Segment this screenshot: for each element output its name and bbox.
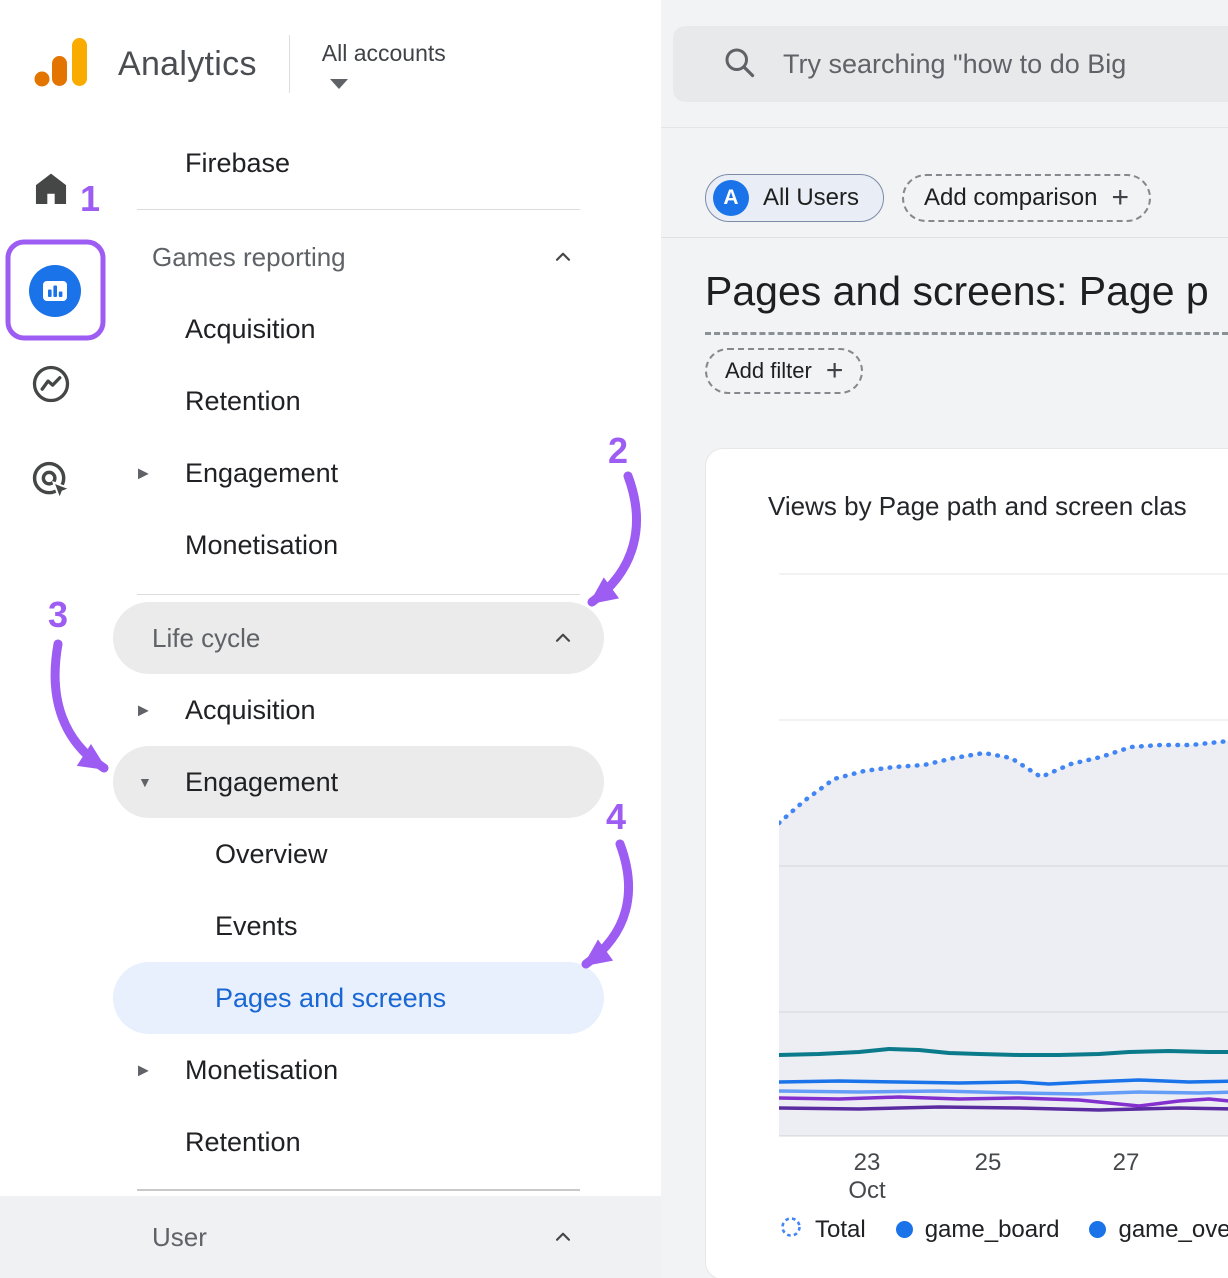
- chevron-up-icon: [550, 244, 576, 270]
- sidebar-item-label: Engagement: [185, 767, 338, 798]
- legend-item-game-over[interactable]: game_over: [1089, 1216, 1228, 1244]
- account-switcher-label: All accounts: [322, 40, 446, 67]
- views-chart: [779, 561, 1228, 1139]
- explore-icon[interactable]: [29, 362, 73, 411]
- sidebar-item-lc-monetisation[interactable]: ▶ Monetisation: [100, 1034, 661, 1106]
- chevron-up-icon: [550, 1224, 576, 1250]
- sidebar-item-label: Acquisition: [185, 695, 316, 726]
- home-icon[interactable]: [30, 168, 72, 215]
- line-series-5: [779, 1107, 1228, 1110]
- sidebar-item-overview[interactable]: Overview: [100, 818, 661, 890]
- analytics-logo-icon: [30, 34, 92, 95]
- dropdown-caret-icon: [330, 79, 348, 89]
- main-content: A All Users Add comparison + Pages and s…: [661, 0, 1228, 1278]
- app-title: Analytics: [118, 45, 257, 84]
- reports-icon[interactable]: [29, 265, 81, 322]
- sidebar-item-label: Overview: [215, 839, 328, 870]
- search-icon: [721, 44, 757, 85]
- sidebar-item-lc-acquisition[interactable]: ▶ Acquisition: [100, 674, 661, 746]
- sidebar-item-lc-engagement[interactable]: ▼ Engagement: [113, 746, 604, 818]
- advertising-icon[interactable]: [29, 458, 75, 509]
- line-series-3: [779, 1091, 1228, 1094]
- sidebar-section-user[interactable]: User: [100, 1196, 604, 1278]
- sidebar-item-firebase[interactable]: Firebase: [100, 128, 661, 198]
- sidebar-item-label: Firebase: [185, 148, 290, 179]
- page-title-block: Pages and screens: Page p: [705, 268, 1228, 335]
- all-users-label: All Users: [763, 184, 859, 212]
- sidebar-item-label: Retention: [185, 1127, 301, 1158]
- dashed-circle-icon: [779, 1215, 803, 1244]
- divider: [137, 209, 580, 210]
- total-area-fill: [779, 740, 1228, 1136]
- sidebar-item-events[interactable]: Events: [100, 890, 661, 962]
- dot-icon: [896, 1221, 913, 1238]
- sidebar-item-label: Acquisition: [185, 314, 316, 345]
- search-bar[interactable]: [673, 26, 1228, 102]
- all-users-chip[interactable]: A All Users: [705, 174, 884, 222]
- sidebar-item-gr-monetisation[interactable]: Monetisation: [100, 509, 661, 581]
- x-tick-25: 25: [975, 1149, 1002, 1177]
- sidebar-item-label: Engagement: [185, 458, 338, 489]
- section-header-label: Life cycle: [152, 623, 260, 654]
- triangle-down-icon: ▼: [138, 774, 152, 790]
- add-comparison-button[interactable]: Add comparison +: [902, 174, 1151, 222]
- sidebar-item-label: Pages and screens: [215, 983, 446, 1014]
- views-chart-card: Views by Page path and screen clas 23 Oc…: [705, 448, 1228, 1278]
- x-tick-23-oct: 23 Oct: [848, 1149, 885, 1205]
- x-tick-27: 27: [1113, 1149, 1140, 1177]
- search-input[interactable]: [783, 49, 1228, 80]
- search-header: [661, 0, 1228, 128]
- reports-sidebar: Firebase Games reporting Acquisition Ret…: [100, 128, 661, 1196]
- legend-label: game_board: [925, 1216, 1060, 1244]
- account-switcher[interactable]: All accounts: [322, 40, 446, 89]
- legend-item-game-board[interactable]: game_board: [896, 1216, 1060, 1244]
- section-header-label: Games reporting: [152, 242, 346, 273]
- divider: [661, 237, 1228, 238]
- plus-icon: +: [1111, 183, 1129, 213]
- divider: [137, 1189, 580, 1191]
- all-users-avatar: A: [713, 180, 749, 216]
- triangle-right-icon: ▶: [138, 1062, 149, 1079]
- dot-icon: [1089, 1221, 1106, 1238]
- chevron-up-icon: [550, 625, 576, 651]
- divider: [137, 594, 580, 595]
- sidebar-item-label: Events: [215, 911, 298, 942]
- page-title: Pages and screens: Page p: [705, 268, 1228, 315]
- sidebar-item-label: Retention: [185, 386, 301, 417]
- sidebar-bottom-section: User: [0, 1196, 661, 1278]
- sidebar-item-label: Monetisation: [185, 1055, 338, 1086]
- sidebar-item-gr-acquisition[interactable]: Acquisition: [100, 293, 661, 365]
- sidebar-section-games-reporting[interactable]: Games reporting: [100, 221, 604, 293]
- sidebar-section-life-cycle[interactable]: Life cycle: [113, 602, 604, 674]
- legend-label: Total: [815, 1216, 866, 1244]
- topbar: Analytics All accounts: [0, 0, 661, 128]
- section-header-label: User: [152, 1222, 207, 1253]
- chart-legend: Total game_board game_over: [779, 1215, 1228, 1244]
- sidebar-item-lc-retention[interactable]: Retention: [100, 1106, 661, 1178]
- add-comparison-label: Add comparison: [924, 184, 1097, 212]
- legend-item-total[interactable]: Total: [779, 1215, 866, 1244]
- left-rail: [0, 128, 100, 1196]
- triangle-right-icon: ▶: [138, 465, 149, 482]
- add-filter-label: Add filter: [725, 358, 812, 384]
- triangle-right-icon: ▶: [138, 702, 149, 719]
- plus-icon: +: [826, 356, 844, 386]
- sidebar-item-pages-and-screens[interactable]: Pages and screens: [113, 962, 604, 1034]
- sidebar-item-label: Monetisation: [185, 530, 338, 561]
- chart-title: Views by Page path and screen clas: [768, 491, 1228, 522]
- legend-label: game_over: [1118, 1216, 1228, 1244]
- sidebar-item-gr-engagement[interactable]: ▶ Engagement: [100, 437, 661, 509]
- add-filter-button[interactable]: Add filter +: [705, 348, 863, 394]
- comparison-chips-row: A All Users Add comparison +: [705, 174, 1151, 222]
- sidebar-item-gr-retention[interactable]: Retention: [100, 365, 661, 437]
- topbar-divider: [289, 35, 290, 93]
